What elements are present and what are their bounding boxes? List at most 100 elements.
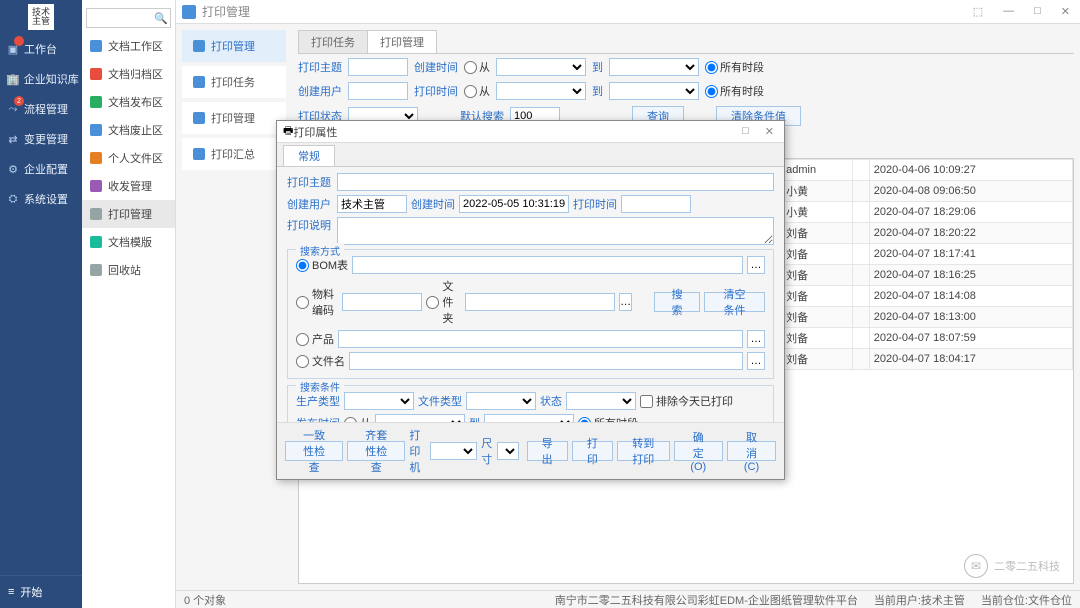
cond-to-select[interactable]: [484, 414, 574, 422]
dialog-close-icon[interactable]: ✕: [761, 123, 778, 140]
to-print-button[interactable]: 转到打印: [617, 441, 670, 461]
restore-down-icon[interactable]: ⬚: [969, 3, 987, 20]
to-date-select-2[interactable]: [609, 82, 699, 100]
cond-all-time-radio[interactable]: 所有时段: [578, 415, 638, 422]
browse-button[interactable]: …: [747, 256, 765, 274]
nav3-item[interactable]: 打印汇总: [182, 138, 286, 170]
modal-subject-input[interactable]: [337, 173, 774, 191]
exclude-today-check[interactable]: 排除今天已打印: [640, 393, 733, 409]
close-icon[interactable]: ✕: [1057, 3, 1074, 20]
sidebar-item-process[interactable]: ⤳ 流程管理 2: [0, 94, 82, 124]
nav2-label: 文档归档区: [108, 66, 163, 82]
opt-bom[interactable]: BOM表: [296, 257, 348, 273]
dependency-check-button[interactable]: 齐套性检查: [347, 441, 405, 461]
from-date-select[interactable]: [496, 58, 586, 76]
folder-icon: [90, 124, 102, 136]
nav2-item[interactable]: 文档发布区: [82, 88, 175, 116]
folder-icon: [90, 208, 102, 220]
modal-search-button[interactable]: 搜索: [654, 292, 700, 312]
browse-button-3[interactable]: …: [747, 330, 765, 348]
maximize-icon[interactable]: □: [1030, 3, 1045, 20]
nav3-item[interactable]: 打印管理: [182, 30, 286, 62]
search-cond-group: 搜索条件 生产类型 文件类型 状态 排除今天已打印 发布时间 从 到 所有时段: [287, 385, 774, 422]
nav2-item[interactable]: 收发管理: [82, 172, 175, 200]
settings-icon: ⛭: [6, 192, 20, 206]
tab-print-manage[interactable]: 打印管理: [367, 30, 437, 53]
all-time-radio[interactable]: 所有时段: [705, 59, 764, 75]
nav2-item[interactable]: 文档模版: [82, 228, 175, 256]
print-time-label: 打印时间: [414, 83, 458, 99]
nav2-item[interactable]: 打印管理: [82, 200, 175, 228]
sidebar-item-config[interactable]: ⚙ 企业配置: [0, 154, 82, 184]
modal-ptime-input[interactable]: [621, 195, 691, 213]
from-radio-2[interactable]: 从: [464, 83, 490, 99]
nav2-label: 收发管理: [108, 178, 152, 194]
all-time-radio-2[interactable]: 所有时段: [705, 83, 764, 99]
from-radio[interactable]: 从: [464, 59, 490, 75]
browse-button-4[interactable]: …: [747, 352, 765, 370]
nav2-label: 文档废止区: [108, 122, 163, 138]
badge-icon: 2: [14, 96, 24, 106]
badge-icon: [14, 36, 24, 46]
sidebar-item-workbench[interactable]: ▣ 工作台: [0, 34, 82, 64]
nav2-item[interactable]: 回收站: [82, 256, 175, 284]
browse-button-2[interactable]: …: [619, 293, 632, 311]
opt-material[interactable]: 物料编码: [296, 286, 338, 318]
modal-user-label: 创建用户: [287, 196, 333, 212]
subject-input[interactable]: [348, 58, 408, 76]
ok-button[interactable]: 确定(O): [674, 441, 723, 461]
window-title: 打印管理: [202, 3, 250, 20]
modal-desc-input[interactable]: [337, 217, 774, 245]
search-box[interactable]: 🔍: [86, 8, 171, 28]
nav2-item[interactable]: 文档工作区: [82, 32, 175, 60]
export-button[interactable]: 导出: [527, 441, 568, 461]
nav2-item[interactable]: 文档废止区: [82, 116, 175, 144]
nav3-item[interactable]: 打印管理: [182, 102, 286, 134]
sidebar-item-label: 工作台: [24, 41, 57, 57]
opt-filename[interactable]: 文件名: [296, 353, 345, 369]
consistency-check-button[interactable]: 一致性检查: [285, 441, 343, 461]
dialog-maximize-icon[interactable]: □: [738, 123, 753, 140]
dialog-titlebar[interactable]: 🖶 打印属性 □ ✕: [277, 121, 784, 143]
file-type-select[interactable]: [466, 392, 536, 410]
nav2-item[interactable]: 个人文件区: [82, 144, 175, 172]
bom-input[interactable]: [352, 256, 743, 274]
cond-from-select[interactable]: [375, 414, 465, 422]
product-input[interactable]: [338, 330, 743, 348]
start-button[interactable]: ≡ 开始: [0, 575, 82, 608]
sidebar-item-settings[interactable]: ⛭ 系统设置: [0, 184, 82, 214]
prod-type-select[interactable]: [344, 392, 414, 410]
create-user-input[interactable]: [348, 82, 408, 100]
nav2-item[interactable]: 文档归档区: [82, 60, 175, 88]
sidebar-item-knowledge[interactable]: 🏢 企业知识库: [0, 64, 82, 94]
doc-icon: [193, 40, 205, 52]
sidebar-item-change[interactable]: ⇄ 变更管理: [0, 124, 82, 154]
dialog-tab-general[interactable]: 常规: [283, 145, 335, 166]
building-icon: 🏢: [6, 72, 20, 86]
modal-clear-button[interactable]: 清空条件: [704, 292, 765, 312]
nav2-label: 个人文件区: [108, 150, 163, 166]
tab-print-task[interactable]: 打印任务: [298, 30, 368, 53]
size-select[interactable]: [497, 442, 519, 460]
filename-input[interactable]: [349, 352, 743, 370]
search-input[interactable]: [91, 13, 154, 24]
folder-input[interactable]: [465, 293, 615, 311]
prod-type-label: 生产类型: [296, 393, 340, 409]
material-input[interactable]: [342, 293, 422, 311]
from-date-select-2[interactable]: [496, 82, 586, 100]
modal-user-input[interactable]: [337, 195, 407, 213]
status-select[interactable]: [566, 392, 636, 410]
to-date-select[interactable]: [609, 58, 699, 76]
cond-from-radio[interactable]: 从: [344, 415, 371, 422]
subject-label: 打印主题: [298, 59, 342, 75]
opt-product[interactable]: 产品: [296, 331, 334, 347]
printer-select[interactable]: [430, 442, 477, 460]
opt-folder[interactable]: 文件夹: [426, 278, 461, 326]
cancel-button[interactable]: 取消(C): [727, 441, 776, 461]
print-button[interactable]: 打印: [572, 441, 613, 461]
doc-icon: [193, 112, 205, 124]
nav3-item[interactable]: 打印任务: [182, 66, 286, 98]
minimize-icon[interactable]: —: [999, 3, 1018, 20]
status-bar: 0 个对象 南宁市二零二五科技有限公司彩虹EDM-企业图纸管理软件平台 当前用户…: [176, 590, 1080, 608]
modal-ctime-input[interactable]: [459, 195, 569, 213]
